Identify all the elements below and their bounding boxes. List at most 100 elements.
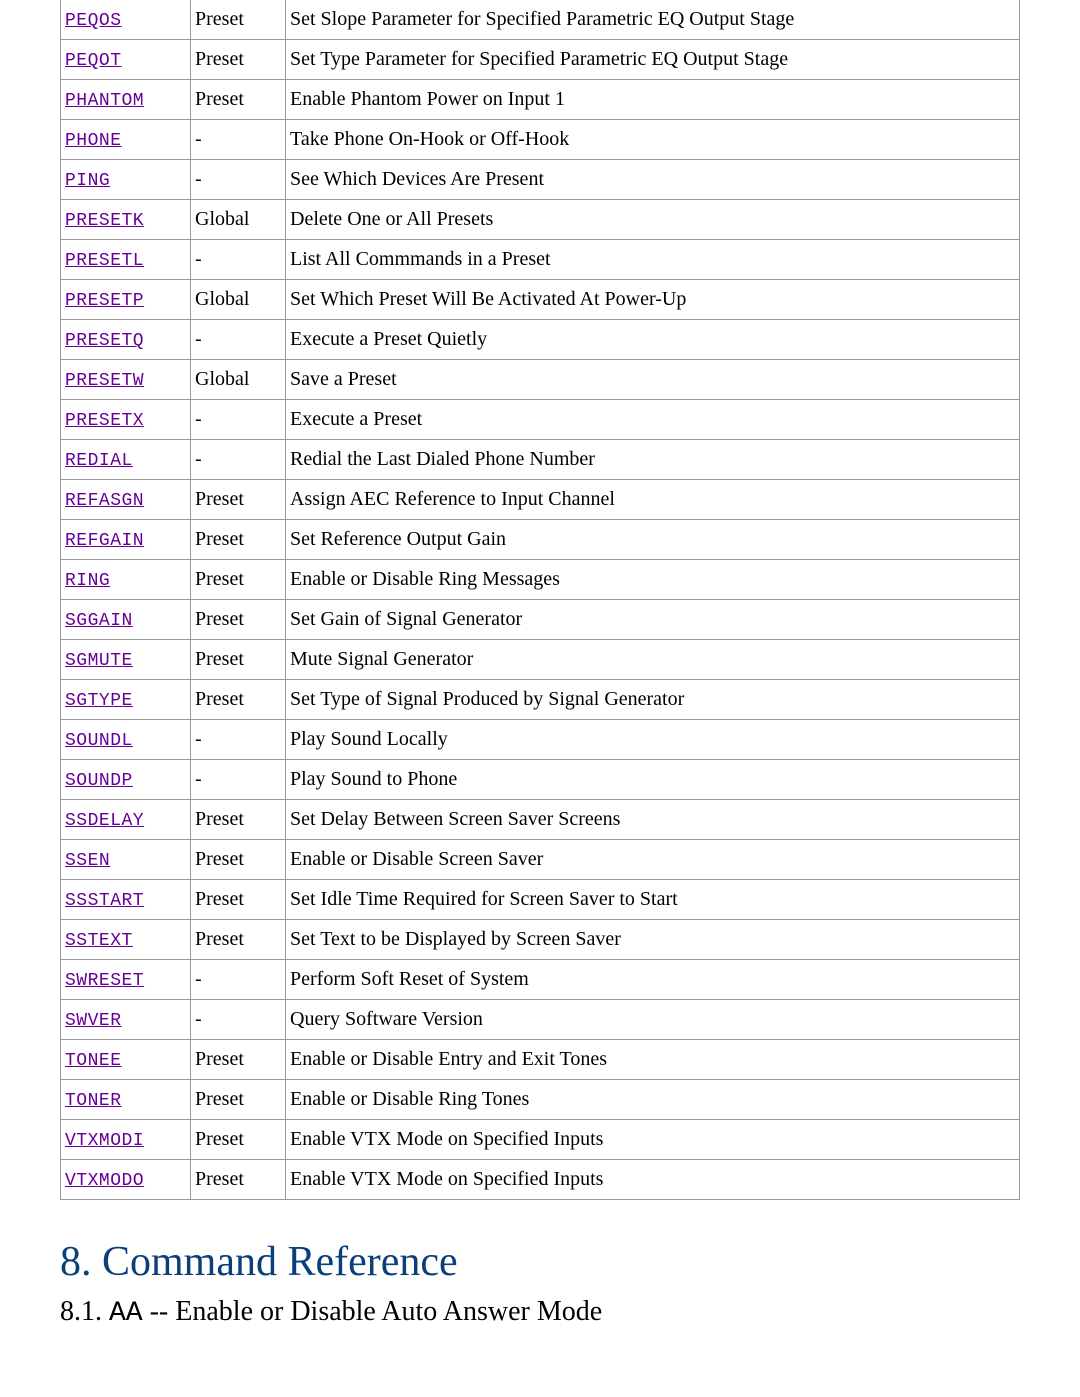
storage-type-cell: - xyxy=(191,440,286,480)
command-link[interactable]: REDIAL xyxy=(65,451,133,471)
subsection-number: 8.1. xyxy=(60,1296,109,1327)
command-cell: PRESETP xyxy=(61,280,191,320)
storage-type-cell: Preset xyxy=(191,480,286,520)
command-cell: SGTYPE xyxy=(61,680,191,720)
command-link[interactable]: PEQOS xyxy=(65,11,122,31)
description-cell: Enable or Disable Entry and Exit Tones xyxy=(286,1040,1020,1080)
table-row: VTXMODIPresetEnable VTX Mode on Specifie… xyxy=(61,1120,1020,1160)
command-link[interactable]: SSDELAY xyxy=(65,811,144,831)
subsection-description: -- Enable or Disable Auto Answer Mode xyxy=(143,1296,603,1327)
command-link[interactable]: TONEE xyxy=(65,1051,122,1071)
description-cell: Set Which Preset Will Be Activated At Po… xyxy=(286,280,1020,320)
storage-type-cell: Preset xyxy=(191,1160,286,1200)
command-link[interactable]: PING xyxy=(65,171,110,191)
storage-type-cell: - xyxy=(191,1000,286,1040)
description-cell: Enable or Disable Ring Messages xyxy=(286,560,1020,600)
command-cell: SSDELAY xyxy=(61,800,191,840)
storage-type-cell: - xyxy=(191,120,286,160)
storage-type-cell: - xyxy=(191,960,286,1000)
table-row: PING-See Which Devices Are Present xyxy=(61,160,1020,200)
command-link[interactable]: SWVER xyxy=(65,1011,122,1031)
description-cell: Play Sound Locally xyxy=(286,720,1020,760)
command-cell: SSEN xyxy=(61,840,191,880)
storage-type-cell: Preset xyxy=(191,680,286,720)
command-cell: REFGAIN xyxy=(61,520,191,560)
table-row: PRESETW GlobalSave a Preset xyxy=(61,360,1020,400)
command-link[interactable]: REFGAIN xyxy=(65,531,144,551)
description-cell: Execute a Preset xyxy=(286,400,1020,440)
command-link[interactable]: SOUNDP xyxy=(65,771,133,791)
command-cell: VTXMODI xyxy=(61,1120,191,1160)
subsection-heading: 8.1. AA -- Enable or Disable Auto Answer… xyxy=(60,1296,1020,1329)
storage-type-cell: - xyxy=(191,160,286,200)
command-link[interactable]: TONER xyxy=(65,1091,122,1111)
storage-type-cell: - xyxy=(191,400,286,440)
description-cell: Take Phone On-Hook or Off-Hook xyxy=(286,120,1020,160)
storage-type-cell: Preset xyxy=(191,1040,286,1080)
command-link[interactable]: RING xyxy=(65,571,110,591)
command-link[interactable]: PRESETW xyxy=(65,371,144,391)
subsection-command-code: AA xyxy=(109,1298,143,1329)
description-cell: Query Software Version xyxy=(286,1000,1020,1040)
table-row: SWRESET -Perform Soft Reset of System xyxy=(61,960,1020,1000)
table-row: SSDELAYPresetSet Delay Between Screen Sa… xyxy=(61,800,1020,840)
table-row: PEQOSPresetSet Slope Parameter for Speci… xyxy=(61,0,1020,40)
command-link[interactable]: PRESETK xyxy=(65,211,144,231)
storage-type-cell: Preset xyxy=(191,800,286,840)
command-cell: PRESETW xyxy=(61,360,191,400)
description-cell: Enable Phantom Power on Input 1 xyxy=(286,80,1020,120)
command-cell: TONEE xyxy=(61,1040,191,1080)
command-cell: RING xyxy=(61,560,191,600)
description-cell: Enable or Disable Screen Saver xyxy=(286,840,1020,880)
section-heading: 8. Command Reference xyxy=(60,1238,1020,1286)
command-link[interactable]: PRESETX xyxy=(65,411,144,431)
storage-type-cell: Preset xyxy=(191,520,286,560)
command-cell: REFASGN xyxy=(61,480,191,520)
command-link[interactable]: PRESETQ xyxy=(65,331,144,351)
command-cell: PING xyxy=(61,160,191,200)
storage-type-cell: Global xyxy=(191,360,286,400)
command-link[interactable]: SGMUTE xyxy=(65,651,133,671)
command-link[interactable]: VTXMODO xyxy=(65,1171,144,1191)
table-row: VTXMODOPresetEnable VTX Mode on Specifie… xyxy=(61,1160,1020,1200)
command-link[interactable]: SOUNDL xyxy=(65,731,133,751)
table-row: SSSTARTPresetSet Idle Time Required for … xyxy=(61,880,1020,920)
table-row: SSTEXTPresetSet Text to be Displayed by … xyxy=(61,920,1020,960)
command-cell: PRESETL xyxy=(61,240,191,280)
command-link[interactable]: PRESETL xyxy=(65,251,144,271)
command-link[interactable]: SSTEXT xyxy=(65,931,133,951)
command-cell: SWRESET xyxy=(61,960,191,1000)
command-link[interactable]: VTXMODI xyxy=(65,1131,144,1151)
command-link[interactable]: PHANTOM xyxy=(65,91,144,111)
command-link[interactable]: SSEN xyxy=(65,851,110,871)
description-cell: Play Sound to Phone xyxy=(286,760,1020,800)
command-cell: PHONE xyxy=(61,120,191,160)
command-link[interactable]: SSSTART xyxy=(65,891,144,911)
table-row: PHANTOMPresetEnable Phantom Power on Inp… xyxy=(61,80,1020,120)
command-link[interactable]: PHONE xyxy=(65,131,122,151)
description-cell: Save a Preset xyxy=(286,360,1020,400)
table-row: SSENPresetEnable or Disable Screen Saver xyxy=(61,840,1020,880)
command-cell: PRESETQ xyxy=(61,320,191,360)
command-link[interactable]: PEQOT xyxy=(65,51,122,71)
description-cell: Delete One or All Presets xyxy=(286,200,1020,240)
description-cell: Execute a Preset Quietly xyxy=(286,320,1020,360)
document-page: PEQOSPresetSet Slope Parameter for Speci… xyxy=(0,0,1080,1389)
command-table: PEQOSPresetSet Slope Parameter for Speci… xyxy=(60,0,1020,1200)
command-link[interactable]: SWRESET xyxy=(65,971,144,991)
command-cell: SSTEXT xyxy=(61,920,191,960)
table-row: SGTYPE PresetSet Type of Signal Produced … xyxy=(61,680,1020,720)
description-cell: Enable VTX Mode on Specified Inputs xyxy=(286,1120,1020,1160)
command-link[interactable]: SGTYPE xyxy=(65,691,133,711)
description-cell: Perform Soft Reset of System xyxy=(286,960,1020,1000)
command-link[interactable]: PRESETP xyxy=(65,291,144,311)
command-cell: SSSTART xyxy=(61,880,191,920)
command-cell: PRESETX xyxy=(61,400,191,440)
command-link[interactable]: SGGAIN xyxy=(65,611,133,631)
command-link[interactable]: REFASGN xyxy=(65,491,144,511)
table-row: SGGAINPresetSet Gain of Signal Generator xyxy=(61,600,1020,640)
command-cell: SGGAIN xyxy=(61,600,191,640)
description-cell: Set Type of Signal Produced by Signal Ge… xyxy=(286,680,1020,720)
table-row: TONEE PresetEnable or Disable Entry and E… xyxy=(61,1040,1020,1080)
table-row: PRESETL-List All Commmands in a Preset xyxy=(61,240,1020,280)
